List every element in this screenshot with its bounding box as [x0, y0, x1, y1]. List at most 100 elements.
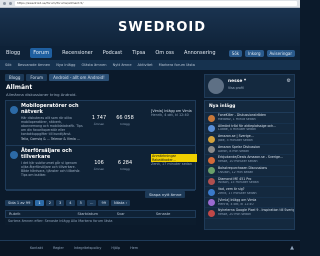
avatar[interactable] [208, 135, 215, 143]
post-meta: Zenit, 17 minuter sedan [218, 191, 257, 195]
forum-description: Här diskuteras allt som rör olika mobilo… [21, 116, 83, 136]
avatar[interactable] [208, 199, 215, 207]
avatar[interactable] [208, 125, 215, 133]
inbox-button[interactable]: Inkorg [245, 49, 264, 57]
footer-link-hjalp[interactable]: Hjälp [111, 246, 120, 250]
main-nav: Blogg Forum Recensioner Podcast Tipsa Om… [0, 46, 300, 60]
user-name[interactable]: nesse * [228, 79, 246, 84]
breadcrumb-blogg[interactable]: Blogg [5, 74, 25, 81]
post-meta: Aaron, 8 min sedan [218, 149, 250, 153]
address-bar[interactable]: https://swedroid.se/forum/forums/allmant… [15, 1, 297, 6]
page-ellipsis: … [86, 200, 97, 206]
nav-recensioner[interactable]: Recensioner [62, 50, 93, 56]
avatar[interactable] [208, 156, 215, 164]
nav-tipsa[interactable]: Tipsa [132, 50, 145, 56]
avatar[interactable] [208, 78, 224, 94]
forum-title[interactable]: Mobiloperatörer och nätverk [21, 103, 83, 115]
forum-post-label: Inlägg [120, 122, 130, 126]
next-page-button[interactable]: Nästa › [111, 200, 131, 206]
post-meta: nesse, 20 min sedan [218, 213, 252, 217]
list-item[interactable]: Allmänt tråd för aktieplatssige och... Lu… [205, 124, 294, 135]
list-item[interactable]: Nyheterna Google Pixel 9 - Inspiration t… [205, 208, 294, 219]
post-meta: Wilson, 15 minuter sedan [218, 181, 259, 185]
column-rubrik[interactable]: Rubrik [9, 212, 78, 216]
forum-post-count: 66 058 [116, 115, 134, 121]
page-info: Sida 1 av 99 [5, 200, 34, 206]
browser-forward-icon[interactable] [9, 2, 12, 5]
page-1[interactable]: 1 [35, 200, 44, 206]
footer-links: Kontakt Regler Integritetspolicy Hjälp H… [30, 246, 138, 250]
search-button[interactable]: Sök [228, 49, 243, 57]
new-posts-widget: Nya inlägg FoneKiller - Diskussionstråde… [204, 100, 295, 230]
footer-link-regler[interactable]: Regler [53, 246, 64, 250]
nav-blogg[interactable]: Blogg [6, 50, 20, 56]
site-header: SWEDROID [0, 8, 300, 46]
forum-description: I det här subforumet går vi igenom olika… [21, 161, 81, 177]
subnav-nytt-amne[interactable]: Nytt ämne [113, 63, 132, 67]
breadcrumb-android[interactable]: Android - allt om Android! [49, 74, 109, 81]
avatar[interactable] [208, 188, 215, 196]
column-senaste[interactable]: Senaste [156, 212, 195, 216]
list-item[interactable]: [Vimla] Inlägg om Vimla Henrik, 4 okt, kl… [205, 198, 294, 209]
forum-list: Mobiloperatörer och nätverk Här diskuter… [5, 100, 197, 191]
page-last[interactable]: 99 [98, 200, 110, 206]
nav-forum[interactable]: Forum [30, 48, 53, 58]
avatar[interactable] [208, 167, 215, 175]
list-item[interactable]: FoneKiller - Diskussionstråden Mellowz, 1… [205, 113, 294, 124]
nav-annonsering[interactable]: Annonsering [184, 50, 215, 56]
browser-back-icon[interactable] [3, 2, 6, 5]
footer-link-hem[interactable]: Hem [130, 246, 138, 250]
avatar[interactable] [208, 114, 215, 122]
avatar[interactable] [208, 209, 215, 217]
avatar[interactable] [208, 146, 215, 154]
user-card: nesse * Visa profil ⚙ [204, 74, 295, 98]
subnav-besvarade[interactable]: Besvarade ämnen [18, 63, 51, 67]
list-item[interactable]: Amazon Spelar Diskussion Aaron, 8 min sed… [205, 145, 294, 156]
subnav-sok[interactable]: Sök [5, 63, 12, 67]
forum-post-count: 6 284 [117, 160, 133, 166]
breadcrumb: Blogg Forum Android - allt om Android! [5, 74, 109, 81]
footer-link-kontakt[interactable]: Kontakt [30, 246, 43, 250]
page-description: Allmänna diskussioner kring Android. [6, 92, 77, 97]
page-4[interactable]: 4 [66, 200, 75, 206]
user-profile-link[interactable]: Visa profil [228, 86, 244, 90]
subnav-nya-inlagg[interactable]: Nya inlägg [56, 63, 75, 67]
list-item[interactable]: Amazon.se | Sverige... Joxe, 5 minuter se… [205, 134, 294, 145]
scroll-top-icon[interactable]: ▲ [290, 245, 294, 251]
avatar[interactable] [208, 178, 215, 186]
nav-podcast[interactable]: Podcast [103, 50, 122, 56]
post-meta: Joxe, 5 minuter sedan [218, 138, 253, 142]
list-item[interactable]: Vad, vem är sig? Zenit, 17 minuter sedan [205, 187, 294, 198]
column-svar[interactable]: Svar [117, 212, 156, 216]
gear-icon[interactable]: ⚙ [287, 78, 291, 84]
forum-last-post[interactable]: [Vimla] Inlägg om Vimla Henrik, 4 okt, k… [151, 109, 197, 117]
thread-list-header: Rubrik Startdatum Svar Senaste [5, 210, 196, 218]
nav-om-oss[interactable]: Om oss [155, 50, 174, 56]
list-item[interactable]: Bolsstrepurchasen Discussions Ossiain, 12… [205, 166, 294, 177]
pagination: Sida 1 av 99 1 2 3 4 5 … 99 Nästa › [5, 200, 131, 206]
new-thread-button[interactable]: Skapa nytt ämne [145, 191, 186, 198]
list-item[interactable]: Diamond ME 451 Pro Wilson, 15 minuter sed… [205, 177, 294, 188]
forum-last-post[interactable]: Anmärkningar Rabattkoder... Zenit, 17 mi… [151, 154, 197, 166]
alerts-button[interactable]: Aviseringar [266, 49, 295, 57]
breadcrumb-forum[interactable]: Forum [26, 74, 48, 81]
subnav-markera-lasta[interactable]: Markera forum lästa [159, 63, 195, 67]
site-footer: Kontakt Regler Integritetspolicy Hjälp H… [0, 240, 300, 256]
column-startdatum[interactable]: Startdatum [78, 212, 117, 216]
page-3[interactable]: 3 [55, 200, 65, 206]
last-post-title[interactable]: Anmärkningar Rabattkoder... [151, 154, 197, 162]
site-logo[interactable]: SWEDROID [118, 20, 206, 35]
list-item[interactable]: Erbjudande/Deals Amazon.se - Sverige... n… [205, 155, 294, 166]
forum-icon [10, 151, 18, 159]
page-2[interactable]: 2 [45, 200, 54, 206]
post-meta: Henrik, 4 okt, kl 12:40 [218, 202, 254, 206]
forum-thread-label: Ämnen [93, 122, 105, 126]
subnav-olasta[interactable]: Olästa ämnen [81, 63, 106, 67]
forum-title[interactable]: Återförsäljare och tillverkare [21, 148, 83, 160]
thread-filter-bar[interactable]: Sortera ämnen efter: Senaste inlägg Alla… [5, 218, 196, 225]
page-5[interactable]: 5 [76, 200, 85, 206]
forum-subforums[interactable]: Telia, Comviq & … Telenor & Vimla … [21, 137, 91, 141]
footer-link-integritet[interactable]: Integritetspolicy [74, 246, 102, 250]
post-meta: nesse, 10 minuter sedan [218, 160, 258, 164]
subnav-aktivitet[interactable]: Aktivitet [138, 63, 153, 67]
